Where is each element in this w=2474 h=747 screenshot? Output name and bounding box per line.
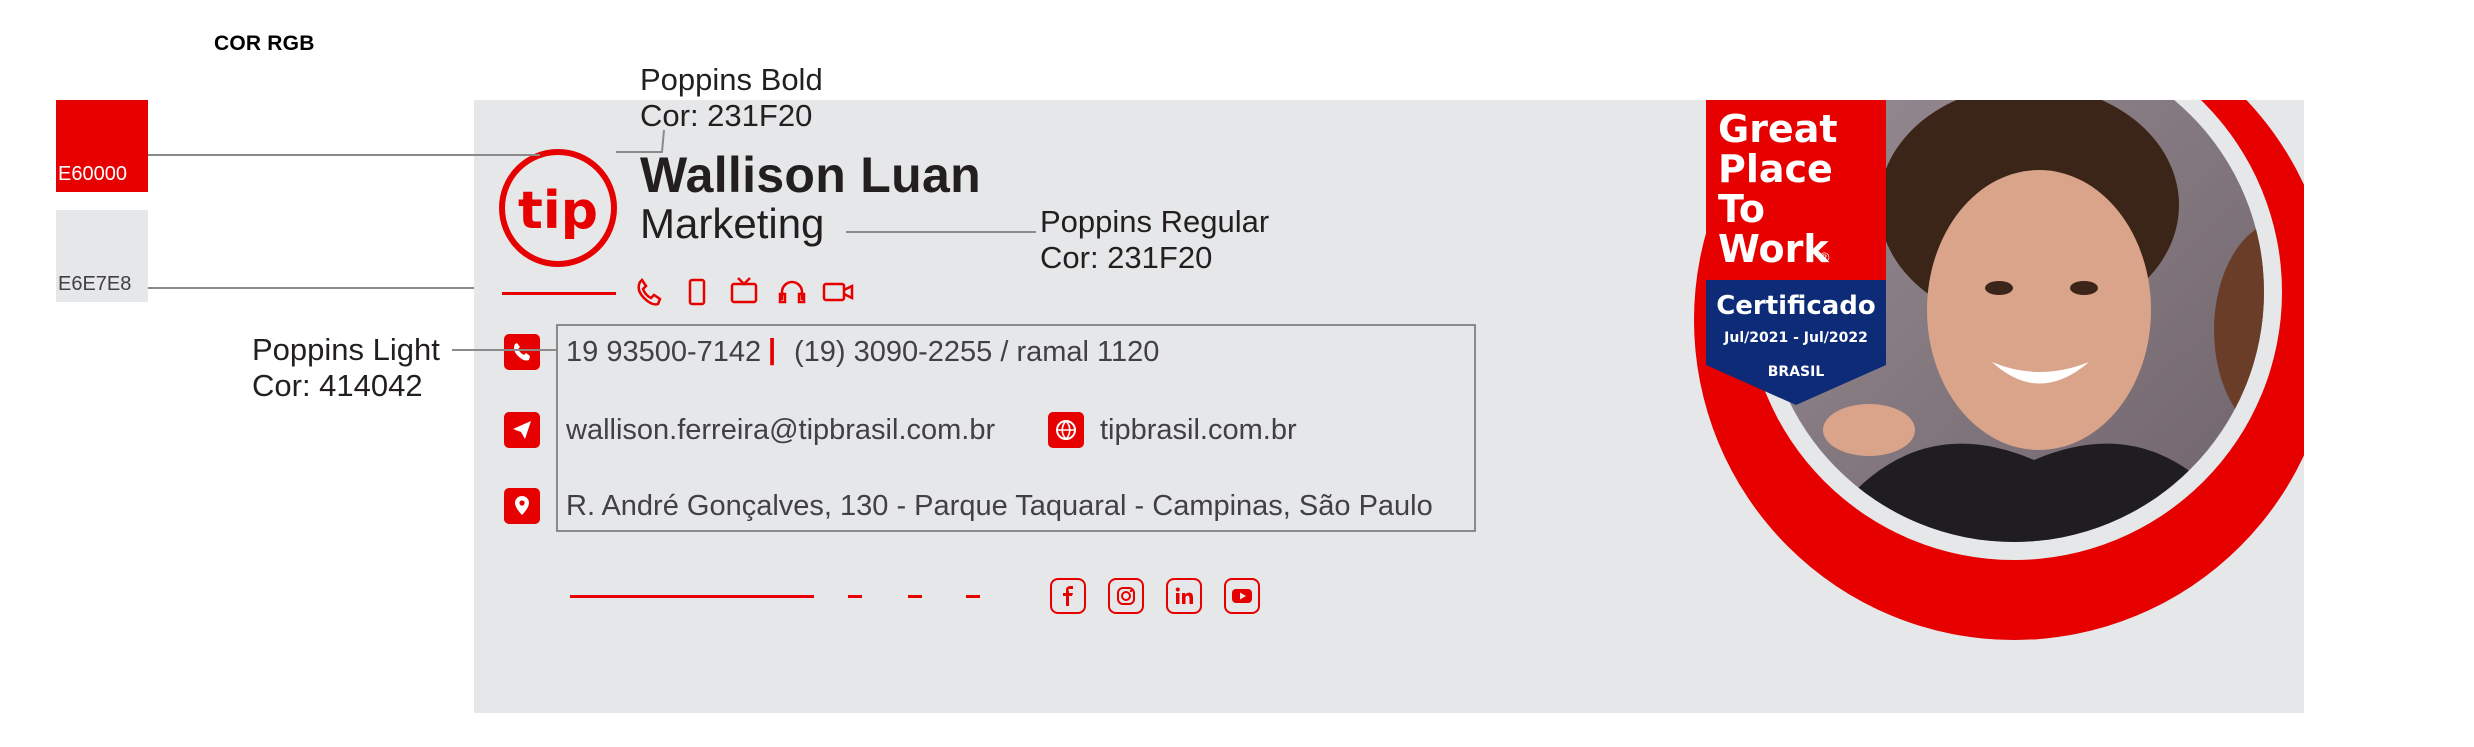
- social-connector: [908, 595, 922, 598]
- callout-bold-font: Poppins Bold: [640, 62, 823, 97]
- person-name: Wallison Luan: [640, 147, 981, 203]
- video-camera-icon: [822, 282, 854, 302]
- social-connector: [848, 595, 862, 598]
- swatch-code-red: E60000: [58, 163, 127, 185]
- phone-number-2[interactable]: (19) 3090-2255 / ramal 1120: [794, 336, 1159, 369]
- divider-line: [502, 292, 616, 295]
- instagram-icon[interactable]: [1108, 578, 1144, 614]
- callout-regular-color: Cor: 231F20: [1040, 240, 1213, 275]
- website-link[interactable]: tipbrasil.com.br: [1100, 414, 1297, 447]
- badge-certified: Certificado: [1716, 291, 1876, 321]
- callout-bold-color: Cor: 231F20: [640, 98, 813, 133]
- great-place-to-work-badge: Great Place To Work ® Certificado Jul/20…: [1706, 100, 1886, 408]
- phone-icon: [637, 278, 662, 306]
- phone-number[interactable]: 19 93500-7142: [566, 336, 761, 369]
- contact-location-icon: [504, 488, 540, 524]
- linkedin-icon[interactable]: [1166, 578, 1202, 614]
- callout-poppins-regular: Poppins Regular Cor: 231F20: [1040, 204, 1269, 276]
- address-text: R. André Gonçalves, 130 - Parque Taquara…: [566, 490, 1433, 522]
- callout-light-font: Poppins Light: [252, 332, 440, 367]
- tv-icon: [730, 277, 758, 304]
- social-line: [570, 595, 814, 598]
- callout-light-color: Cor: 414042: [252, 368, 423, 403]
- legend-title: COR RGB: [214, 32, 315, 55]
- badge-line-3: To: [1718, 187, 1765, 231]
- callout-regular-font: Poppins Regular: [1040, 204, 1270, 239]
- logo-text: tip: [518, 181, 598, 241]
- email-link[interactable]: wallison.ferreira@tipbrasil.com.br: [566, 414, 995, 447]
- person-role: Marketing: [640, 200, 825, 247]
- color-swatch-gray: E6E7E8: [56, 210, 148, 302]
- badge-country: BRASIL: [1768, 364, 1825, 380]
- badge-period: Jul/2021 - Jul/2022: [1723, 330, 1868, 346]
- contact-phone-icon: [504, 334, 540, 370]
- callout-poppins-bold: Poppins Bold Cor: 231F20: [640, 62, 823, 134]
- phone-separator: |: [768, 334, 777, 366]
- swatch-code-gray: E6E7E8: [58, 273, 132, 295]
- badge-line-4: Work: [1718, 227, 1829, 271]
- tip-logo: tip: [499, 149, 617, 267]
- badge-line-2: Place: [1718, 147, 1833, 191]
- color-swatch-red: E60000: [56, 100, 148, 192]
- facebook-icon[interactable]: [1050, 578, 1086, 614]
- badge-line-1: Great: [1718, 107, 1838, 151]
- mobile-icon: [688, 278, 706, 306]
- top-icon-row: [637, 277, 854, 306]
- contact-email-icon: [504, 412, 540, 448]
- youtube-icon[interactable]: [1224, 578, 1260, 614]
- badge-registered: ®: [1818, 251, 1831, 266]
- callout-poppins-light: Poppins Light Cor: 414042: [252, 332, 440, 404]
- headset-icon: [778, 280, 806, 304]
- social-connector: [966, 595, 980, 598]
